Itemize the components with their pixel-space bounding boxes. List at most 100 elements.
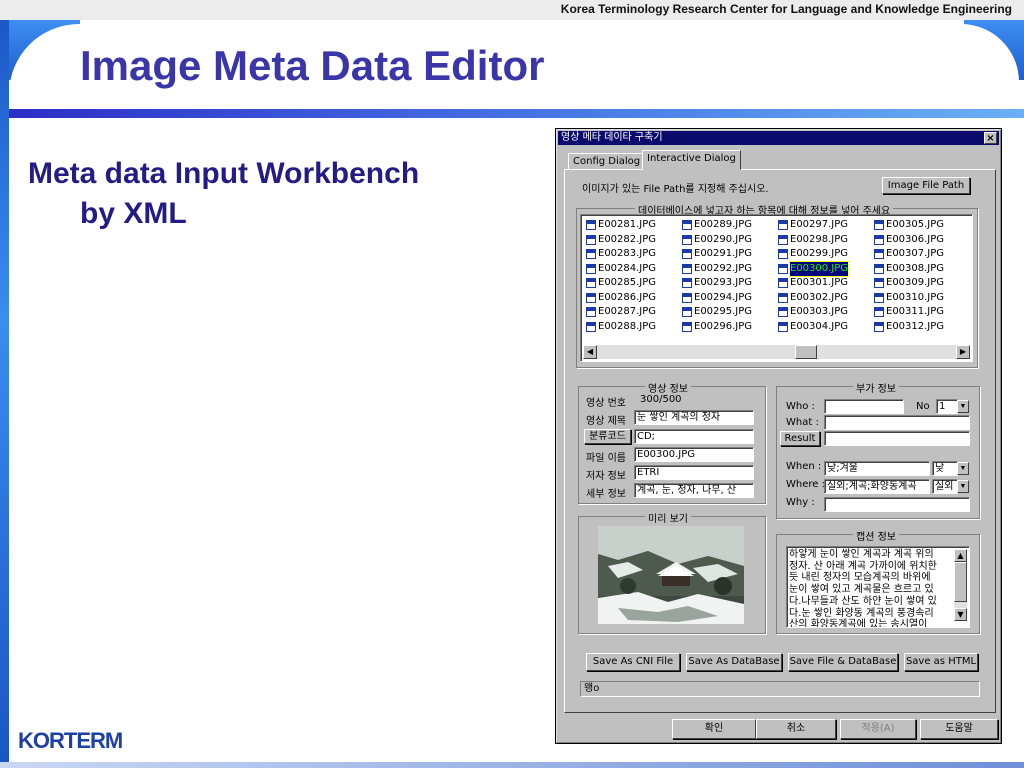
image-title-field[interactable]: 눈 쌓인 계곡의 정자 [634,410,754,425]
image-number-label: 영상 번호 [586,398,626,409]
list-item-selected[interactable]: E00300.JPG [778,260,870,277]
file-name-field[interactable]: E00300.JPG [634,447,754,462]
when-combo[interactable]: 낮 [932,461,958,476]
chevron-down-icon[interactable]: ▼ [957,462,969,475]
image-file-icon [586,307,596,318]
image-file-icon [874,249,884,260]
list-item[interactable]: E00294.JPG [682,291,774,306]
window-title: 영상 메타 데이타 구축기 [561,132,663,143]
image-title-label: 영상 제목 [586,416,626,427]
detail-info-field[interactable]: 계곡, 눈, 정자, 나무, 산 [634,483,754,498]
what-field[interactable] [824,415,970,430]
category-code-field[interactable]: CD; [634,429,754,444]
scroll-up-icon[interactable]: ▲ [954,549,967,562]
tab-config-dialog[interactable]: Config Dialog [568,153,646,170]
bullet-line-1: Meta data Input Workbench [28,157,420,190]
save-file-and-database-button[interactable]: Save File & DataBase [788,653,898,671]
list-item[interactable]: E00298.JPG [778,233,870,248]
window-titlebar: 영상 메타 데이타 구축기 × [558,131,999,145]
scroll-thumb[interactable] [954,562,967,602]
scroll-left-icon[interactable]: ◀ [583,345,597,359]
vertical-scrollbar[interactable]: ▲ ▼ [954,549,967,621]
author-info-field[interactable]: ETRI [634,465,754,480]
category-code-button[interactable]: 분류코드 [584,429,631,444]
list-item[interactable]: E00312.JPG [874,320,966,335]
file-name-label: 파일 이름 [586,453,626,464]
why-label: Why : [786,497,815,508]
image-file-icon [682,292,692,303]
file-column-3: E00297.JPG E00298.JPG E00299.JPG E00300.… [778,218,870,334]
list-item[interactable]: E00295.JPG [682,305,774,320]
list-item[interactable]: E00304.JPG [778,320,870,335]
no-label: No [916,401,930,412]
ok-button[interactable]: 확인 [672,719,756,739]
list-item[interactable]: E00311.JPG [874,305,966,320]
list-item[interactable]: E00290.JPG [682,233,774,248]
image-file-icon [586,263,596,274]
list-item[interactable]: E00296.JPG [682,320,774,335]
horizontal-scrollbar[interactable]: ◀ ▶ [583,345,970,359]
list-item[interactable]: E00285.JPG [586,276,678,291]
list-item[interactable]: E00293.JPG [682,276,774,291]
preview-caption: 미리 보기 [645,510,691,525]
scroll-thumb[interactable] [795,345,817,359]
list-item[interactable]: E00297.JPG [778,218,870,233]
save-as-cni-file-button[interactable]: Save As CNI File [586,653,680,671]
cancel-button[interactable]: 취소 [756,719,836,739]
where-combo[interactable]: 실외 [932,479,958,494]
list-item[interactable]: E00307.JPG [874,247,966,262]
save-as-html-button[interactable]: Save as HTML [904,653,978,671]
list-item[interactable]: E00287.JPG [586,305,678,320]
where-label: Where : [786,479,825,490]
list-item[interactable]: E00291.JPG [682,247,774,262]
list-item[interactable]: E00283.JPG [586,247,678,262]
list-item[interactable]: E00286.JPG [586,291,678,306]
caption-textarea[interactable]: 하얗게 눈이 쌓인 계곡과 계곡 위의 정자. 산 아래 계곡 가까이에 위치한… [786,546,970,628]
list-item[interactable]: E00282.JPG [586,233,678,248]
list-item[interactable]: E00281.JPG [586,218,678,233]
list-item[interactable]: E00292.JPG [682,262,774,277]
where-field[interactable]: 실외;계곡;화양동계곡 [824,479,930,494]
caption-info-caption: 캡션 정보 [853,528,899,543]
help-button[interactable]: 도움말 [920,719,998,739]
bullet-text: Meta data Input Workbench by XML [28,154,419,234]
preview-image [598,526,744,624]
chevron-down-icon[interactable]: ▼ [957,480,969,493]
apply-button[interactable]: 적용(A) [840,719,916,739]
image-file-path-button[interactable]: Image File Path [882,177,970,194]
caption-line: 산의 화양동계곡에 있는 송시열이 [789,619,928,628]
list-item[interactable]: E00309.JPG [874,276,966,291]
image-file-icon [682,278,692,289]
list-item[interactable]: E00305.JPG [874,218,966,233]
list-item[interactable]: E00308.JPG [874,262,966,277]
list-item[interactable]: E00284.JPG [586,262,678,277]
list-item[interactable]: E00301.JPG [778,276,870,291]
bottom-band [0,762,1024,768]
list-item[interactable]: E00288.JPG [586,320,678,335]
image-file-icon [682,234,692,245]
list-item[interactable]: E00299.JPG [778,247,870,262]
chevron-down-icon[interactable]: ▼ [957,400,969,413]
image-file-icon [874,234,884,245]
image-file-icon [682,321,692,332]
scroll-right-icon[interactable]: ▶ [956,345,970,359]
caption-line: 정자. 산 아래 계곡 가까이에 위치한 [789,560,937,572]
when-field[interactable]: 낮;겨울 [824,461,930,476]
result-field[interactable] [824,431,970,446]
result-button[interactable]: Result [780,431,820,446]
who-field[interactable] [824,399,904,414]
list-item[interactable]: E00302.JPG [778,291,870,306]
file-list[interactable]: E00281.JPG E00282.JPG E00283.JPG E00284.… [580,214,973,362]
why-field[interactable] [824,497,970,512]
list-item[interactable]: E00310.JPG [874,291,966,306]
image-file-icon [874,263,884,274]
save-as-database-button[interactable]: Save As DataBase [686,653,782,671]
list-item[interactable]: E00289.JPG [682,218,774,233]
scroll-down-icon[interactable]: ▼ [954,608,967,621]
list-item[interactable]: E00306.JPG [874,233,966,248]
list-item[interactable]: E00303.JPG [778,305,870,320]
no-field[interactable]: 1 [936,399,958,414]
close-icon[interactable]: × [984,132,997,144]
tab-interactive-dialog[interactable]: Interactive Dialog [642,150,741,170]
title-underline [9,109,1024,118]
